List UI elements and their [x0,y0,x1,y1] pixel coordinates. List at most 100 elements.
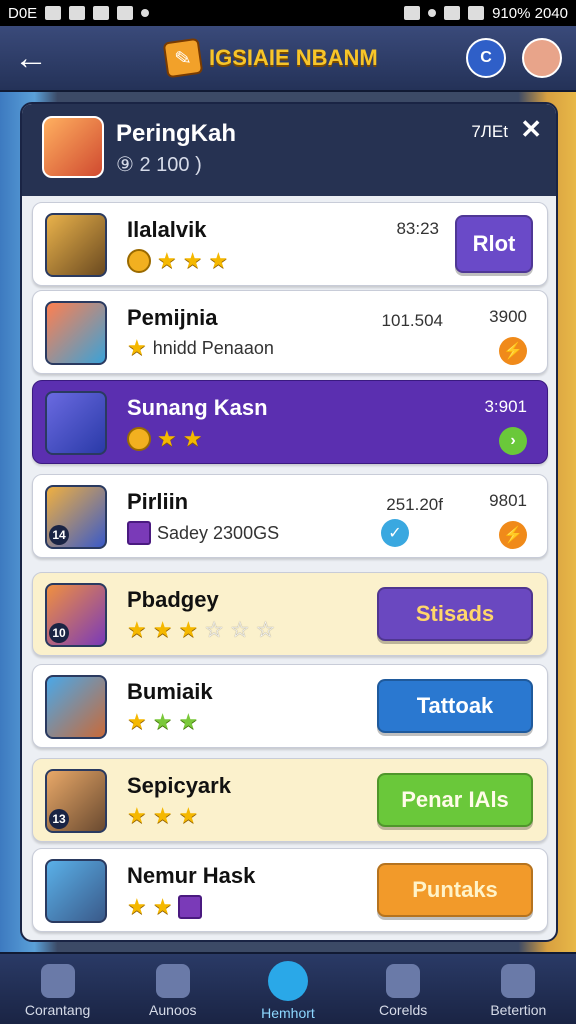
nav-item-menu[interactable]: Betertion [463,960,573,1018]
avatar [45,213,107,277]
home-icon [40,964,75,998]
panel-title: PeringKah [116,120,237,147]
action-button[interactable]: Penar IAls [377,773,533,827]
status-right-text: 910% 2040 [492,4,568,22]
list-item[interactable]: Pemijnia ★ hnidd Penaaon 101.504 3900 ⚡ [32,290,548,374]
nav-label: Corelds [379,1002,428,1018]
nfc-icon [404,6,421,20]
star-icon: ★ [127,335,147,360]
list-item[interactable]: 10 Pbadgey ★ ★ ★ ☆ ☆ ☆ Stisads [32,572,548,656]
notification-icon [69,6,86,20]
player-name: Sepicyark [127,773,231,798]
player-name: Pbadgey [127,587,219,612]
score-value: 101.504 [381,311,443,330]
star-icon: ★ [152,617,173,642]
player-name: Sunang Kasn [127,395,268,420]
flag-icon [127,521,151,545]
nav-label: Hemhort [261,1005,315,1021]
player-name: Ilalalvik [127,217,207,242]
coin-badge-icon [127,427,151,451]
star-icon: ★ [182,426,203,451]
panel-avatar [42,116,104,178]
status-left-text: D0E [8,4,38,22]
status-bar: D0E 910% 2040 [0,0,576,26]
star-empty-icon: ☆ [255,617,276,642]
player-name: Nemur Hask [127,863,256,888]
back-arrow-icon[interactable]: ← [14,38,54,78]
star-empty-icon: ☆ [204,617,224,642]
bolt-icon[interactable]: ⚡ [499,337,527,365]
panel-subtitle: ⑨ 2 100 ) [116,154,202,176]
play-button[interactable]: Rlot [455,215,533,273]
dot-icon [141,9,150,17]
player-name: Pirliin [127,489,189,514]
potion-icon [178,895,203,919]
battery-icon [468,6,485,20]
star-empty-icon: ☆ [229,617,250,642]
notification-icon [45,6,62,20]
star-icon: ★ [157,426,177,451]
star-icon: ★ [152,709,173,734]
profile-avatar[interactable] [522,38,562,78]
nav-item-camera[interactable]: Corelds [348,960,458,1018]
app-title: IGSIAIE NBANM [209,45,378,70]
nav-item-refresh[interactable]: Aunoos [118,960,228,1018]
nav-item-shop[interactable]: Hemhort [233,957,343,1021]
player-name: Bumiaik [127,679,213,704]
rank-number: 13 [49,809,69,829]
avatar [45,859,107,923]
title-group: ✎ IGSIAIE NBANM [162,37,378,79]
avatar [45,301,107,365]
notification-icon [117,6,134,20]
panel-header: PeringKah ⑨ 2 100 ) 7ЛЕt ✕ [22,104,556,196]
badge-text: C [480,49,492,66]
nav-label: Aunoos [149,1002,197,1018]
player-subtitle: hnidd Penaaon [152,337,274,358]
star-icon: ★ [178,709,199,734]
alarm-icon [428,9,437,17]
avatar: 14 [45,485,107,549]
arrow-right-icon[interactable]: › [499,427,527,455]
list-item[interactable]: 14 Pirliin Sadey 2300GS ✓ 251.20f 9801 ⚡ [32,474,548,558]
avatar [45,391,107,455]
star-icon: ★ [157,248,177,273]
close-icon[interactable]: ✕ [520,114,542,145]
star-icon: ★ [178,617,199,642]
shop-icon [267,961,308,1001]
action-button[interactable]: Puntaks [377,863,533,917]
star-icon: ★ [152,894,173,919]
list-item[interactable]: Ilalalvik ★ ★ ★ 83:23 Rlot [32,202,548,286]
star-icon: ★ [127,617,147,642]
camera-icon [386,964,421,998]
list-item[interactable]: 13 Sepicyark ★ ★ ★ Penar IAls [32,758,548,842]
rewards-button[interactable]: C [466,38,506,78]
refresh-icon [155,964,190,998]
avatar [45,675,107,739]
score-value-2: 3900 [489,307,527,326]
action-button[interactable]: Stisads [377,587,533,641]
bottom-nav: Corantang Aunoos Hemhort Corelds Beterti… [0,952,576,1024]
rank-number: 10 [49,623,69,643]
nav-label: Betertion [490,1002,547,1018]
score-value-2: 9801 [489,491,527,510]
action-button[interactable]: Tattoak [377,679,533,733]
star-icon: ★ [208,248,229,273]
star-icon: ★ [178,803,199,828]
avatar: 13 [45,769,107,833]
wifi-icon [444,6,461,20]
list-item[interactable]: Bumiaik ★ ★ ★ Tattoak [32,664,548,748]
player-name: Pemijnia [127,305,218,330]
star-icon: ★ [182,248,203,273]
list-item[interactable]: Nemur Hask ★ ★ Puntaks [32,848,548,932]
player-subtitle: Sadey 2300GS [157,522,280,543]
list-item[interactable]: Sunang Kasn ★ ★ 3:901 › [32,380,548,464]
nav-label: Corantang [24,1002,91,1018]
pencil-box-icon: ✎ [162,37,204,79]
notification-icon [93,6,110,20]
nav-item-home[interactable]: Corantang [3,960,113,1018]
star-icon: ★ [152,803,173,828]
coin-badge-icon [127,249,151,273]
star-icon: ★ [127,803,147,828]
bolt-icon[interactable]: ⚡ [499,521,527,549]
score-value: 251.20f [386,495,443,514]
